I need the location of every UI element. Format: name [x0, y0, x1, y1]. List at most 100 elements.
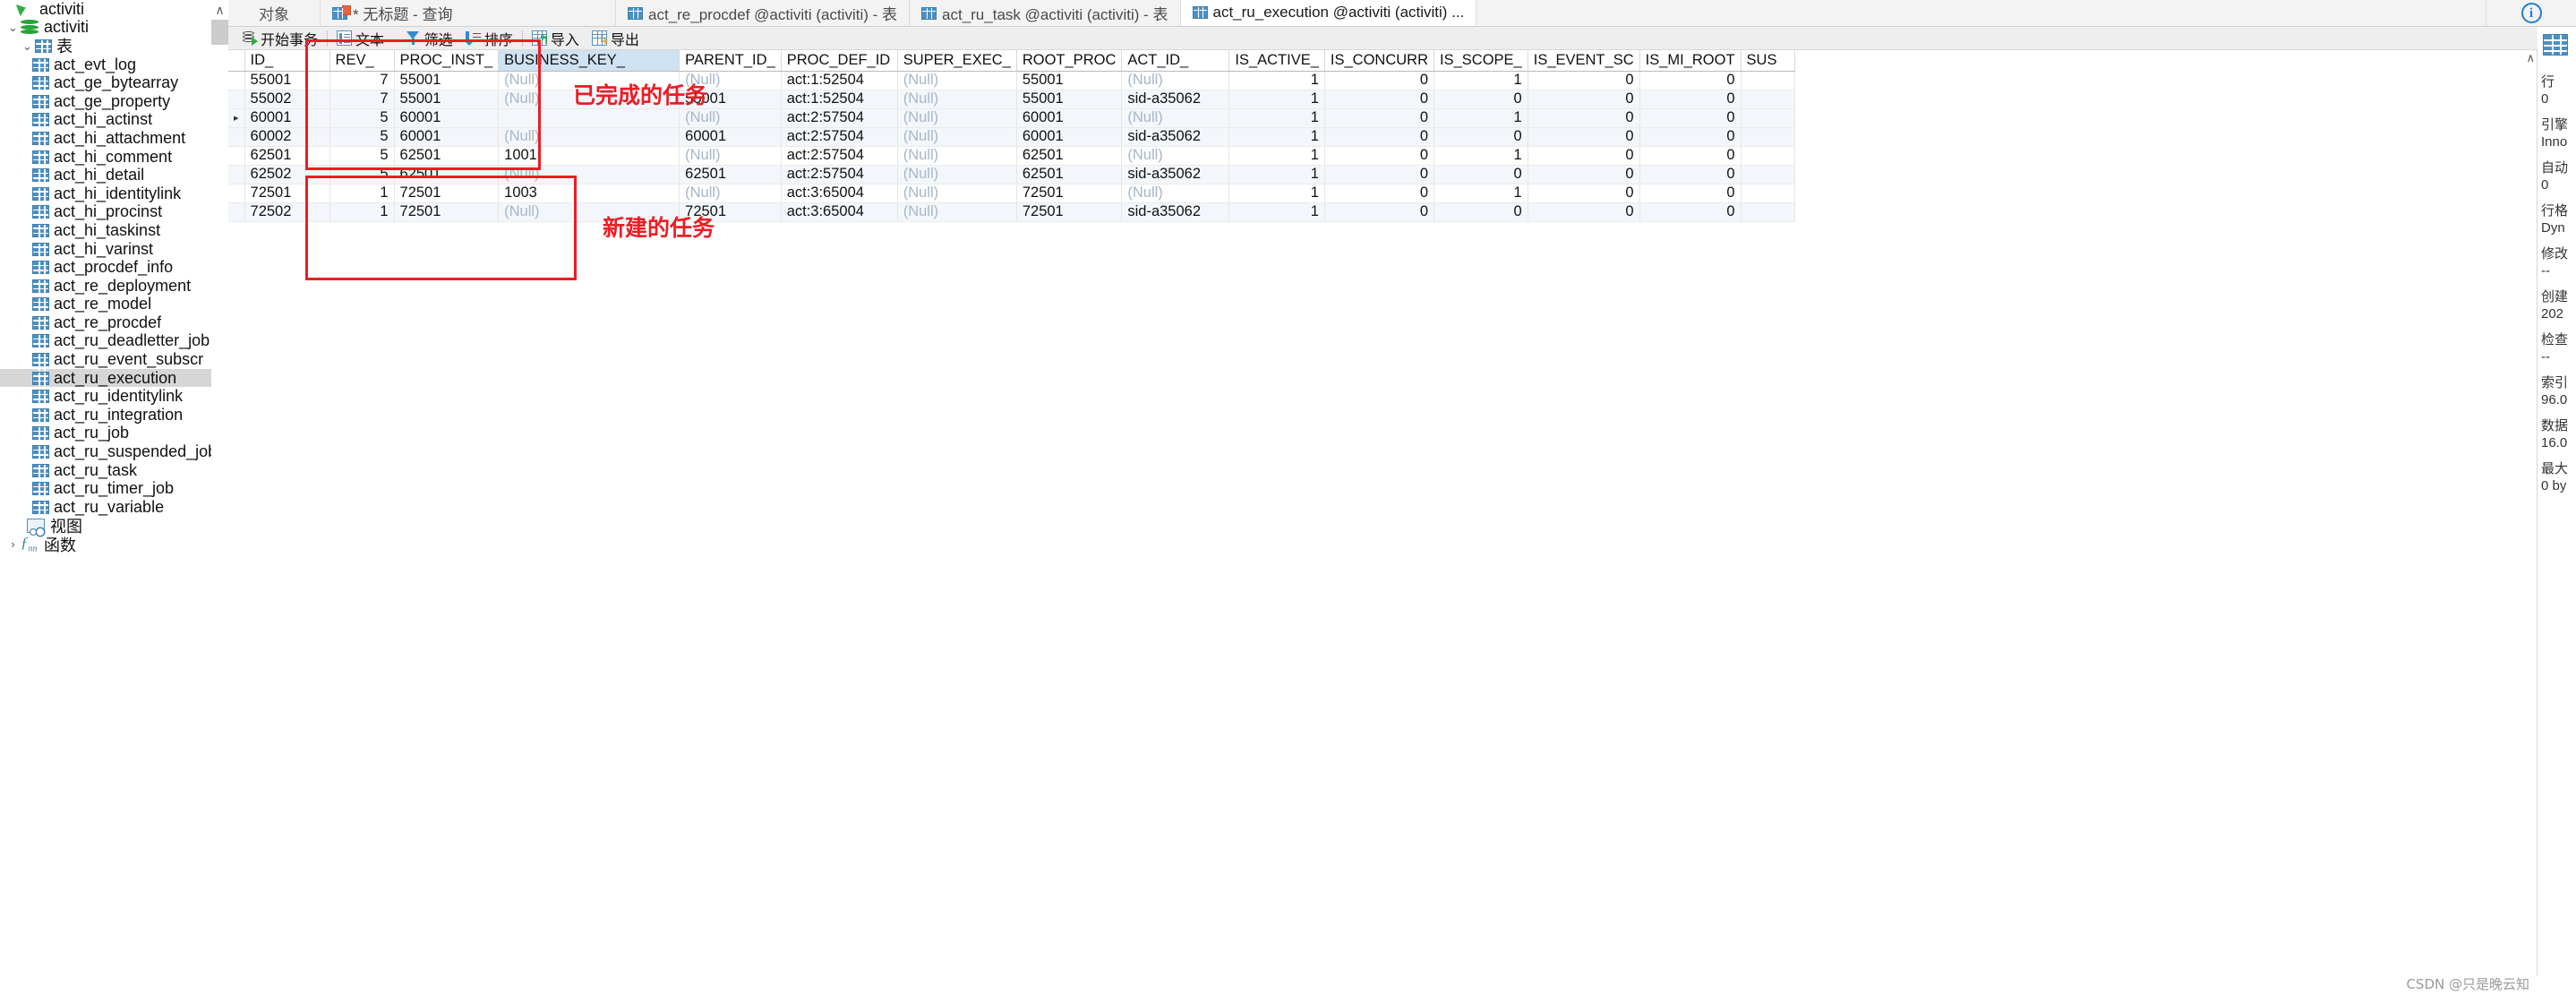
cell-proc-def-id[interactable]: act:2:57504: [781, 108, 898, 128]
cell-is-event-sc[interactable]: 0: [1528, 71, 1640, 90]
cell-parent-id-[interactable]: (Null): [679, 184, 782, 203]
tree-item-views-group[interactable]: 视图: [0, 517, 211, 536]
column-header-is-active-[interactable]: IS_ACTIVE_: [1228, 50, 1325, 72]
info-button-area[interactable]: i: [2486, 0, 2576, 26]
sidebar-item-act-hi-taskinst[interactable]: act_hi_taskinst: [0, 221, 211, 240]
cell-rev-[interactable]: 5: [329, 146, 395, 166]
sidebar-item-act-hi-varinst[interactable]: act_hi_varinst: [0, 240, 211, 259]
cell-root-proc[interactable]: 62501: [1016, 165, 1123, 184]
cell-act-id-[interactable]: sid-a35062: [1121, 202, 1230, 222]
export-button[interactable]: ↳ 导出: [586, 28, 646, 49]
cell-root-proc[interactable]: 55001: [1016, 71, 1123, 90]
cell-super-exec-[interactable]: (Null): [897, 108, 1017, 128]
cell-is-concurr[interactable]: 0: [1324, 202, 1435, 222]
sidebar-item-act-procdef-info[interactable]: act_procdef_info: [0, 258, 211, 277]
tree-item-database[interactable]: ⌄ activiti: [0, 18, 211, 38]
cell-is-event-sc[interactable]: 0: [1528, 165, 1640, 184]
cell-super-exec-[interactable]: (Null): [897, 184, 1017, 203]
sidebar-item-act-re-procdef[interactable]: act_re_procdef: [0, 313, 211, 332]
cell-is-concurr[interactable]: 0: [1324, 71, 1435, 90]
cell-super-exec-[interactable]: (Null): [897, 146, 1017, 166]
cell-sus[interactable]: [1741, 202, 1795, 222]
cell-root-proc[interactable]: 72501: [1016, 184, 1123, 203]
cell-is-event-sc[interactable]: 0: [1528, 184, 1640, 203]
cell-sus[interactable]: [1741, 90, 1795, 109]
text-view-button[interactable]: 文本 ·: [330, 28, 399, 49]
cell-is-event-sc[interactable]: 0: [1528, 127, 1640, 147]
import-button[interactable]: ↰ 导入: [526, 28, 586, 49]
cell-rev-[interactable]: 1: [329, 202, 395, 222]
sidebar-item-act-ru-timer-job[interactable]: act_ru_timer_job: [0, 479, 211, 498]
cell-is-active-[interactable]: 1: [1228, 108, 1325, 128]
cell-act-id-[interactable]: (Null): [1121, 71, 1230, 90]
cell-proc-inst-[interactable]: 72501: [394, 184, 500, 203]
cell-parent-id-[interactable]: (Null): [679, 146, 782, 166]
tab-act-ru-execution[interactable]: act_ru_execution @activiti (activiti) ..…: [1180, 0, 1477, 26]
sidebar-item-act-hi-detail[interactable]: act_hi_detail: [0, 166, 211, 184]
sidebar-item-act-ru-variable[interactable]: act_ru_variable: [0, 498, 211, 517]
cell-is-concurr[interactable]: 0: [1324, 108, 1435, 128]
cell-id-[interactable]: 60001: [244, 108, 330, 128]
cell-is-scope-[interactable]: 0: [1433, 202, 1528, 222]
cell-root-proc[interactable]: 72501: [1016, 202, 1123, 222]
table-row[interactable]: 62502 5 62501 (Null) 62501 act:2:57504 (Null) 6…: [228, 165, 1795, 184]
tab-objects[interactable]: 对象: [228, 0, 321, 26]
cell-sus[interactable]: [1741, 146, 1795, 166]
tab-act-ru-task[interactable]: act_ru_task @activiti (activiti) - 表: [910, 0, 1181, 26]
cell-parent-id-[interactable]: 62501: [679, 165, 782, 184]
cell-id-[interactable]: 62501: [244, 146, 330, 166]
column-header-rev-[interactable]: REV_: [329, 50, 395, 72]
column-header-proc-inst-[interactable]: PROC_INST_: [394, 50, 500, 72]
table-row[interactable]: 60002 5 60001 (Null) 60001 act:2:57504 (Null) 6…: [228, 127, 1795, 147]
table-info-panel[interactable]: 行 0 引擎 Inno 自动 0 行格 Dyn 修改 -- 创建 202 检查 …: [2537, 27, 2576, 995]
cell-is-event-sc[interactable]: 0: [1528, 108, 1640, 128]
cell-is-event-sc[interactable]: 0: [1528, 202, 1640, 222]
cell-proc-def-id[interactable]: act:1:52504: [781, 71, 898, 90]
cell-act-id-[interactable]: (Null): [1121, 108, 1230, 128]
column-header-root-proc[interactable]: ROOT_PROC: [1016, 50, 1123, 72]
cell-id-[interactable]: 72502: [244, 202, 330, 222]
cell-super-exec-[interactable]: (Null): [897, 90, 1017, 109]
cell-proc-inst-[interactable]: 72501: [394, 202, 500, 222]
cell-is-event-sc[interactable]: 0: [1528, 146, 1640, 166]
cell-rev-[interactable]: 5: [329, 108, 395, 128]
sidebar-item-act-ru-deadletter-job[interactable]: act_ru_deadletter_job: [0, 331, 211, 351]
cell-business-key-[interactable]: (Null): [498, 127, 680, 147]
header-scroll-arrow-icon[interactable]: ∧: [2526, 51, 2535, 65]
cell-is-mi-root[interactable]: 0: [1639, 202, 1742, 222]
column-header-parent-id-[interactable]: PARENT_ID_: [679, 50, 782, 72]
cell-business-key-[interactable]: (Null): [498, 165, 680, 184]
cell-super-exec-[interactable]: (Null): [897, 202, 1017, 222]
table-row[interactable]: 62501 5 62501 1001 (Null) act:2:57504 (Null) 62…: [228, 146, 1795, 166]
table-body[interactable]: 55001 7 55001 (Null) (Null) act:1:52504 (Null)…: [228, 71, 1795, 222]
cell-is-scope-[interactable]: 0: [1433, 90, 1528, 109]
cell-act-id-[interactable]: sid-a35062: [1121, 127, 1230, 147]
sidebar-item-act-ge-property[interactable]: act_ge_property: [0, 92, 211, 111]
sidebar-item-act-ru-event-subscr[interactable]: act_ru_event_subscr: [0, 350, 211, 369]
cell-proc-def-id[interactable]: act:2:57504: [781, 127, 898, 147]
cell-act-id-[interactable]: sid-a35062: [1121, 165, 1230, 184]
sidebar-item-act-ru-suspended-job[interactable]: act_ru_suspended_job: [0, 442, 211, 461]
sidebar-splitter[interactable]: ∧: [211, 0, 228, 995]
column-header-is-mi-root[interactable]: IS_MI_ROOT: [1639, 50, 1742, 72]
tab-query-untitled[interactable]: * 无标题 - 查询: [321, 0, 616, 26]
cell-proc-inst-[interactable]: 62501: [394, 146, 500, 166]
cell-rev-[interactable]: 1: [329, 184, 395, 203]
cell-is-mi-root[interactable]: 0: [1639, 71, 1742, 90]
sidebar-item-act-ge-bytearray[interactable]: act_ge_bytearray: [0, 73, 211, 92]
cell-sus[interactable]: [1741, 184, 1795, 203]
cell-is-concurr[interactable]: 0: [1324, 90, 1435, 109]
table-list[interactable]: act_evt_log act_ge_bytearray act_ge_proper…: [0, 56, 211, 517]
cell-is-concurr[interactable]: 0: [1324, 184, 1435, 203]
cell-proc-def-id[interactable]: act:3:65004: [781, 184, 898, 203]
object-tree-sidebar[interactable]: activiti ⌄ activiti ⌄ 表 act_evt_log act_g…: [0, 0, 211, 995]
begin-transaction-button[interactable]: 开始事务: [235, 28, 324, 49]
sort-button[interactable]: 排序: [459, 28, 519, 49]
sidebar-item-act-re-model[interactable]: act_re_model: [0, 295, 211, 314]
cell-rev-[interactable]: 5: [329, 127, 395, 147]
cell-act-id-[interactable]: (Null): [1121, 146, 1230, 166]
cell-is-scope-[interactable]: 1: [1433, 108, 1528, 128]
splitter-handle[interactable]: [211, 20, 228, 45]
cell-business-key-[interactable]: 1001: [498, 146, 680, 166]
sidebar-item-act-evt-log[interactable]: act_evt_log: [0, 56, 211, 74]
